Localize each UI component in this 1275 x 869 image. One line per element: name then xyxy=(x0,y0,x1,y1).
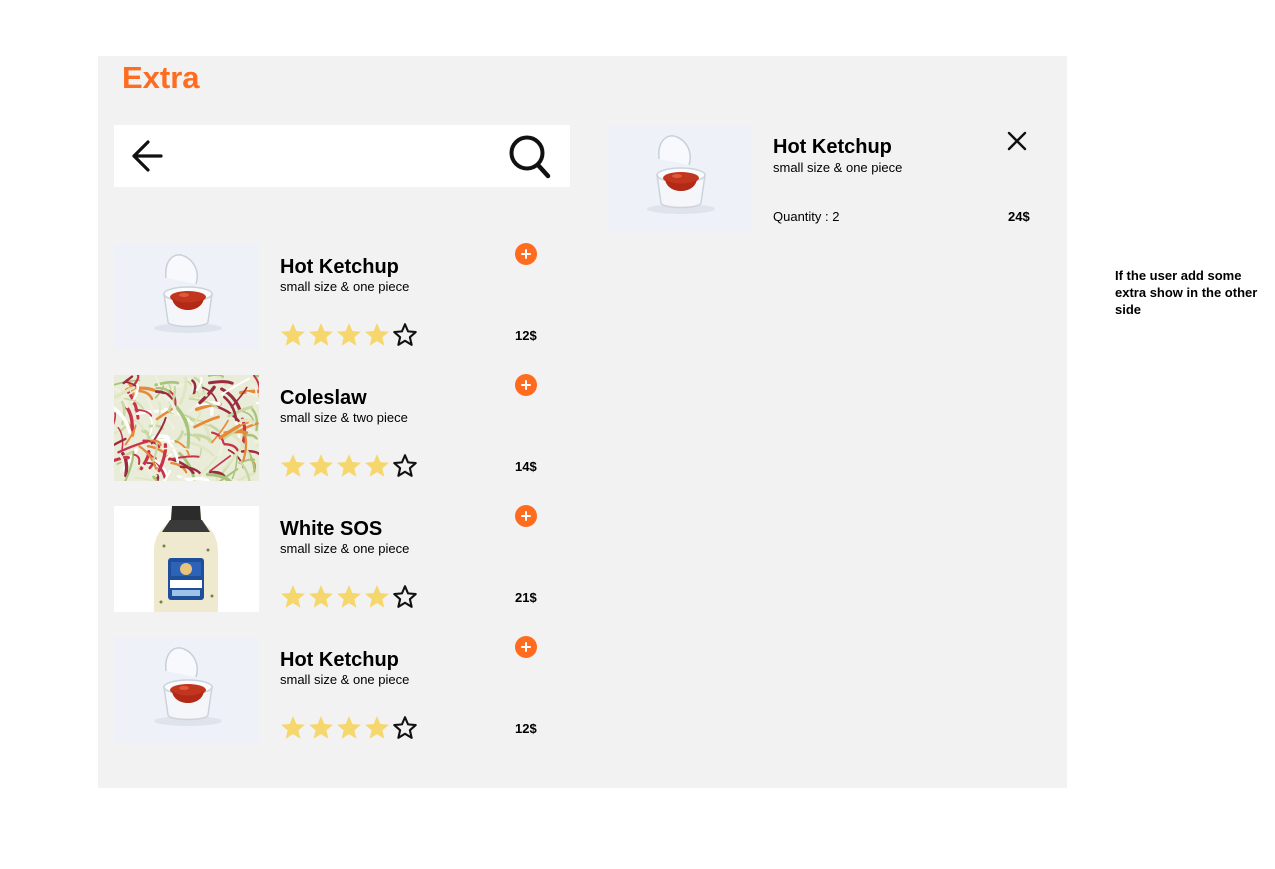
add-plus-icon[interactable] xyxy=(515,243,537,265)
star-filled-icon[interactable] xyxy=(279,714,307,742)
item-description: small size & one piece xyxy=(280,541,410,556)
star-filled-icon[interactable] xyxy=(307,452,335,480)
back-arrow-icon[interactable] xyxy=(128,138,164,174)
add-plus-icon[interactable] xyxy=(515,505,537,527)
star-filled-icon[interactable] xyxy=(307,714,335,742)
star-filled-icon[interactable] xyxy=(279,321,307,349)
rating-stars xyxy=(279,583,419,611)
search-input[interactable] xyxy=(178,135,488,177)
star-filled-icon[interactable] xyxy=(363,583,391,611)
item-price: 12$ xyxy=(515,721,537,736)
extra-item: Hot Ketchup small size & one piece 12$ xyxy=(114,636,554,743)
cart-item: Hot Ketchup small size & one piece Quant… xyxy=(607,125,1047,231)
item-image xyxy=(114,637,259,743)
star-filled-icon[interactable] xyxy=(307,321,335,349)
add-plus-icon[interactable] xyxy=(515,374,537,396)
star-filled-icon[interactable] xyxy=(363,714,391,742)
annotation-note: If the user add some extra show in the o… xyxy=(1115,268,1258,317)
close-icon[interactable] xyxy=(1006,130,1028,152)
star-empty-icon[interactable] xyxy=(391,714,419,742)
cart-item-name: Hot Ketchup xyxy=(773,136,892,158)
star-filled-icon[interactable] xyxy=(335,452,363,480)
item-image xyxy=(114,506,259,612)
rating-stars xyxy=(279,714,419,742)
item-name: White SOS xyxy=(280,518,383,540)
item-image xyxy=(114,244,259,350)
item-price: 14$ xyxy=(515,459,537,474)
item-price: 21$ xyxy=(515,590,537,605)
item-description: small size & one piece xyxy=(280,672,410,687)
page-title: Extra xyxy=(122,60,200,95)
item-image xyxy=(114,375,259,481)
star-empty-icon[interactable] xyxy=(391,321,419,349)
star-filled-icon[interactable] xyxy=(335,583,363,611)
star-filled-icon[interactable] xyxy=(335,321,363,349)
rating-stars xyxy=(279,452,419,480)
item-description: small size & two piece xyxy=(280,410,408,425)
item-description: small size & one piece xyxy=(280,279,410,294)
item-price: 12$ xyxy=(515,328,537,343)
cart-item-quantity: Quantity : 2 xyxy=(773,209,840,224)
star-filled-icon[interactable] xyxy=(363,452,391,480)
star-filled-icon[interactable] xyxy=(363,321,391,349)
item-name: Coleslaw xyxy=(280,387,367,409)
extra-item: Hot Ketchup small size & one piece 12$ xyxy=(114,243,554,350)
add-plus-icon[interactable] xyxy=(515,636,537,658)
cart-item-price: 24$ xyxy=(1008,209,1030,224)
star-filled-icon[interactable] xyxy=(307,583,335,611)
star-empty-icon[interactable] xyxy=(391,452,419,480)
rating-stars xyxy=(279,321,419,349)
search-bar xyxy=(114,125,570,187)
star-empty-icon[interactable] xyxy=(391,583,419,611)
extra-item: White SOS small size & one piece 21$ xyxy=(114,505,554,612)
star-filled-icon[interactable] xyxy=(335,714,363,742)
item-name: Hot Ketchup xyxy=(280,649,399,671)
search-icon[interactable] xyxy=(508,134,552,180)
item-name: Hot Ketchup xyxy=(280,256,399,278)
star-filled-icon[interactable] xyxy=(279,452,307,480)
cart-item-image xyxy=(607,125,752,231)
cart-item-description: small size & one piece xyxy=(773,160,903,175)
extra-item: Coleslaw small size & two piece 14$ xyxy=(114,374,554,481)
star-filled-icon[interactable] xyxy=(279,583,307,611)
